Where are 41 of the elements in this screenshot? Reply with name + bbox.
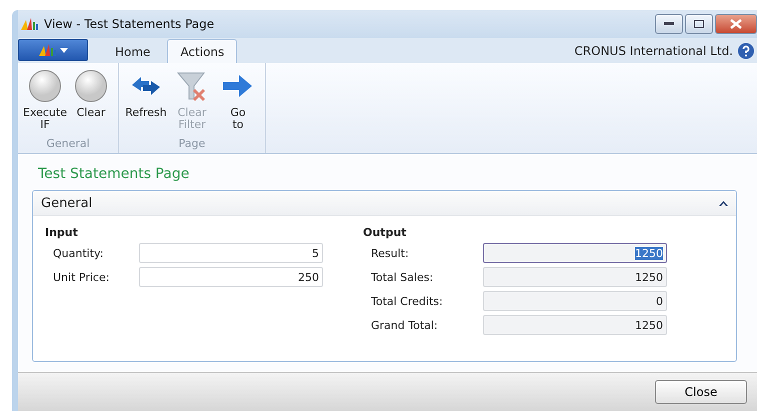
input-field[interactable]: 1250 xyxy=(483,243,667,263)
group-label: General xyxy=(46,137,90,150)
input-field[interactable]: 5 xyxy=(139,243,323,263)
logo-icon xyxy=(20,17,38,31)
field-label: Total Credits: xyxy=(370,294,444,308)
ribbon-button[interactable]: Execute IF xyxy=(24,67,66,137)
group-label: Page xyxy=(178,137,206,150)
ribbon-button[interactable]: Go to xyxy=(217,67,259,137)
input-field[interactable]: 1250 xyxy=(483,315,667,335)
close-button[interactable] xyxy=(715,14,757,34)
close-icon xyxy=(730,19,742,29)
help-icon[interactable] xyxy=(737,42,755,60)
ribbon-tab[interactable]: Home xyxy=(102,39,164,63)
close-dialog-button[interactable]: Close xyxy=(655,380,747,404)
app-menu-button[interactable] xyxy=(18,39,88,61)
circle-icon xyxy=(28,69,62,103)
ribbon-button[interactable]: Refresh xyxy=(125,67,167,137)
field-label: Total Sales: xyxy=(370,270,434,284)
section-title: General xyxy=(41,196,92,210)
field-label: Quantity: xyxy=(52,246,104,260)
group-heading: Input xyxy=(45,226,79,239)
group-heading: Output xyxy=(363,226,408,239)
input-field[interactable]: 0 xyxy=(483,291,667,311)
collapse-icon[interactable] xyxy=(719,200,728,206)
caret-icon xyxy=(60,48,68,52)
window-title: View - Test Statements Page xyxy=(44,17,216,31)
maximize-button[interactable] xyxy=(685,14,713,34)
page-title: Test Statements Page xyxy=(38,166,190,182)
minimize-button[interactable] xyxy=(655,14,683,34)
ribbon-tab[interactable]: Actions xyxy=(167,39,238,63)
input-field[interactable]: 250 xyxy=(139,267,323,287)
field-label: Result: xyxy=(370,246,410,260)
minimize-icon xyxy=(664,22,674,26)
input-field[interactable]: 1250 xyxy=(483,267,667,287)
field-label: Unit Price: xyxy=(52,270,110,284)
field-label: Grand Total: xyxy=(370,318,439,332)
circle-icon xyxy=(74,69,108,103)
maximize-icon xyxy=(694,20,704,28)
company-name: CRONUS International Ltd. xyxy=(574,44,733,58)
logo-icon xyxy=(38,43,56,57)
ribbon-button[interactable]: Clear xyxy=(70,67,112,137)
